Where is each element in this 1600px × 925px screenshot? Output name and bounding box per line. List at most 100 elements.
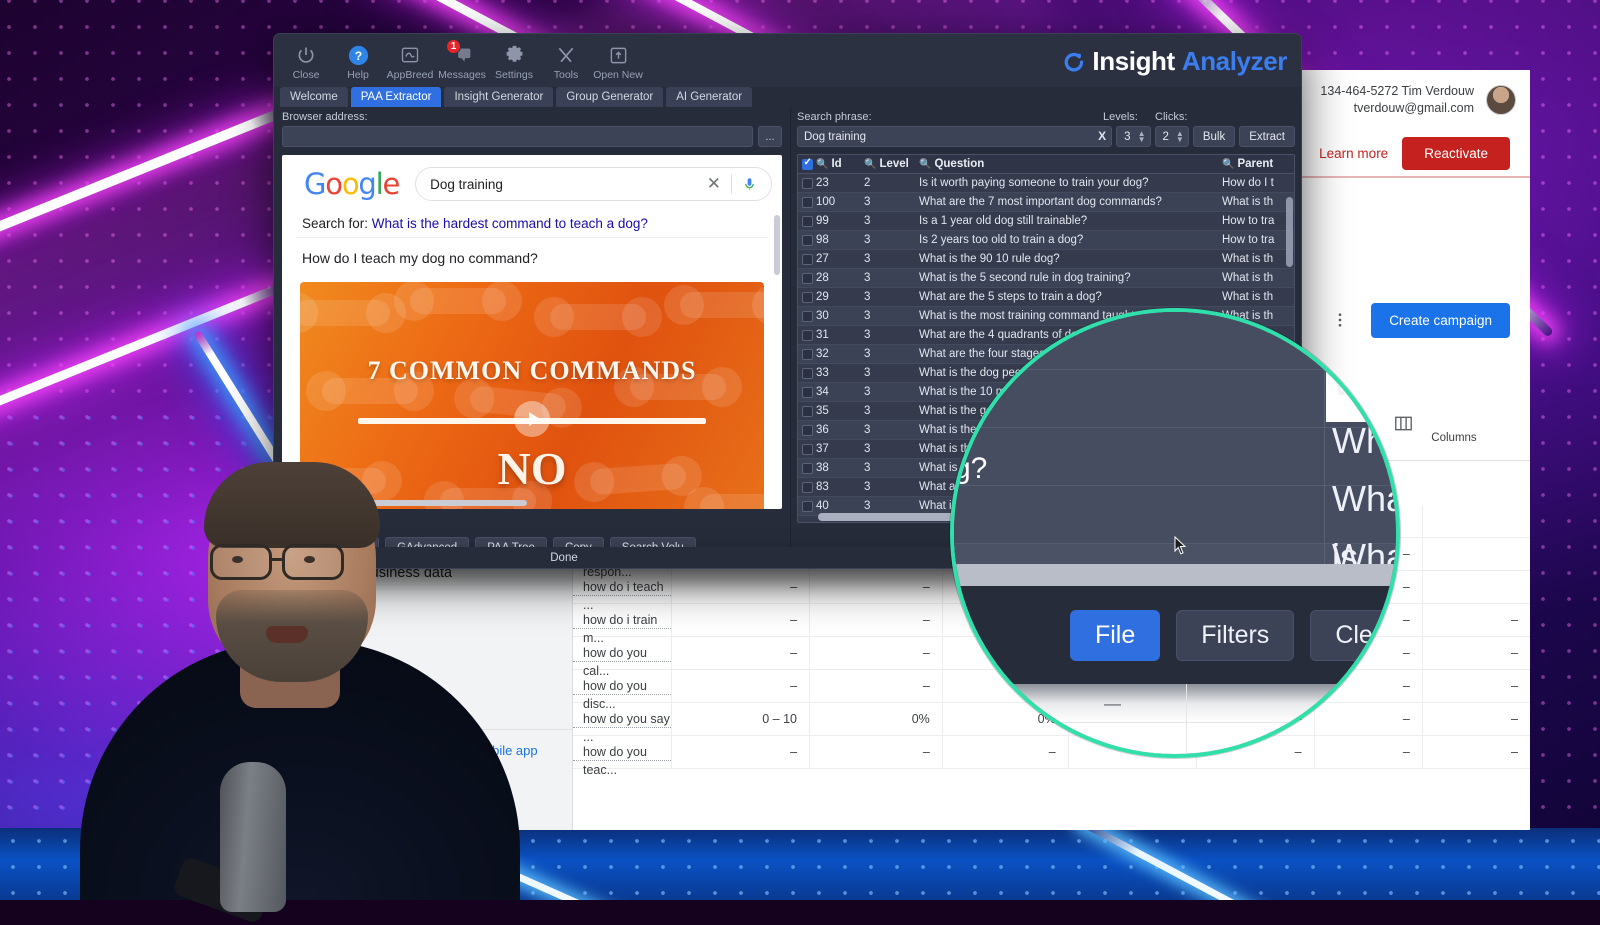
row-checkbox[interactable] — [798, 349, 816, 360]
header-id[interactable]: Id — [831, 158, 841, 170]
clear-search-icon[interactable]: X — [1098, 129, 1106, 143]
row-checkbox[interactable] — [798, 235, 816, 246]
row-checkbox[interactable] — [798, 273, 816, 284]
toolbar-close[interactable]: Close — [280, 38, 332, 81]
app-logo: InsightAnalyzer — [1062, 46, 1287, 77]
table-row[interactable]: 273What is the 90 10 rule dog?What is th — [798, 250, 1294, 269]
avatar[interactable] — [1486, 85, 1516, 115]
cell-id: 98 — [816, 234, 864, 246]
toolbar-messages[interactable]: 1 Messages — [436, 38, 488, 81]
toolbar-tools[interactable]: Tools — [540, 38, 592, 81]
lens-button-file[interactable]: File — [1070, 610, 1160, 661]
cell-metric-1: 0 – 10 — [671, 703, 809, 735]
search-for-link[interactable]: What is the hardest command to teach a d… — [372, 216, 648, 231]
question-circle-icon: ? — [346, 43, 370, 67]
row-checkbox[interactable] — [798, 425, 816, 436]
table-row[interactable]: 983Is 2 years too old to train a dog?How… — [798, 231, 1294, 250]
clicks-stepper[interactable]: 2 ▲▼ — [1155, 126, 1189, 147]
open-new-icon — [606, 43, 630, 67]
preview-vertical-scrollbar[interactable] — [774, 215, 780, 275]
thumbnail-title: 7 COMMON COMMANDS — [300, 356, 764, 386]
row-checkbox[interactable] — [798, 482, 816, 493]
bulk-button[interactable]: Bulk — [1193, 126, 1235, 147]
cell-level: 2 — [864, 177, 919, 189]
browser-address-input[interactable] — [282, 126, 753, 147]
tab-insight-generator[interactable]: Insight Generator — [444, 87, 553, 107]
google-logo: Google — [304, 167, 399, 201]
table-row[interactable]: 993Is a 1 year old dog still trainable?H… — [798, 212, 1294, 231]
row-checkbox[interactable] — [798, 368, 816, 379]
tab-ai-generator[interactable]: AI Generator — [666, 87, 752, 107]
cell-id: 32 — [816, 348, 864, 360]
select-all-checkbox[interactable] — [798, 159, 816, 170]
logo-word-1: Insight — [1092, 46, 1174, 77]
row-checkbox[interactable] — [798, 501, 816, 512]
cell-level: 3 — [864, 215, 919, 227]
close-icon[interactable]: ✕ — [707, 174, 721, 194]
row-checkbox[interactable] — [798, 197, 816, 208]
row-checkbox[interactable] — [798, 254, 816, 265]
cell-keyword: how do you teac... — [573, 743, 671, 761]
cell-id: 99 — [816, 215, 864, 227]
cell-level: 3 — [864, 462, 919, 474]
stepper-arrows-icon[interactable]: ▲▼ — [1138, 131, 1146, 143]
table-row[interactable]: 293What are the 5 steps to train a dog?W… — [798, 288, 1294, 307]
cell-id: 100 — [816, 196, 864, 208]
google-search-query: Dog training — [430, 177, 697, 192]
cell-metric-7 — [1422, 538, 1530, 570]
toolbar-label: Open New — [593, 69, 643, 81]
extract-button[interactable]: Extract — [1239, 126, 1295, 147]
search-phrase-input[interactable] — [797, 126, 1112, 147]
search-icon[interactable]: 🔍 — [864, 159, 876, 170]
table-row[interactable]: 232Is it worth paying someone to train y… — [798, 174, 1294, 193]
cell-id: 38 — [816, 462, 864, 474]
row-checkbox[interactable] — [798, 444, 816, 455]
google-search-box[interactable]: Dog training ✕ — [415, 167, 772, 201]
cell-level: 3 — [864, 348, 919, 360]
tab-welcome[interactable]: Welcome — [280, 87, 348, 107]
cell-metric-7: – — [1422, 637, 1530, 669]
browser-more-button[interactable]: ... — [758, 126, 782, 147]
messages-badge: 1 — [446, 39, 461, 54]
row-checkbox[interactable] — [798, 216, 816, 227]
power-icon — [294, 43, 318, 67]
row-checkbox[interactable] — [798, 463, 816, 474]
toolbar-settings[interactable]: Settings — [488, 38, 540, 81]
row-checkbox[interactable] — [798, 292, 816, 303]
table-vertical-scrollbar[interactable] — [1286, 197, 1293, 267]
toolbar-open-new[interactable]: Open New — [592, 38, 644, 81]
zoom-lens-magnifier: g? W What What is What are FileFiltersCl… — [950, 308, 1400, 758]
row-checkbox[interactable] — [798, 406, 816, 417]
stepper-arrows-icon[interactable]: ▲▼ — [1176, 131, 1184, 143]
search-icon[interactable]: 🔍 — [816, 159, 828, 170]
lens-button-filters[interactable]: Filters — [1176, 610, 1294, 661]
levels-stepper[interactable]: 3 ▲▼ — [1116, 126, 1150, 147]
row-checkbox[interactable] — [798, 387, 816, 398]
learn-more-button[interactable]: Learn more — [1319, 146, 1388, 161]
lens-parent-fragment: What — [1332, 412, 1400, 470]
reactivate-button[interactable]: Reactivate — [1402, 137, 1510, 170]
columns-button[interactable]: Columns — [1394, 415, 1514, 444]
toolbar-help[interactable]: ? Help — [332, 38, 384, 81]
row-checkbox[interactable] — [798, 178, 816, 189]
tab-group-generator[interactable]: Group Generator — [556, 87, 663, 107]
toolbar-label: Close — [293, 69, 320, 81]
microphone-icon[interactable] — [742, 176, 757, 193]
header-question[interactable]: Question — [934, 158, 984, 170]
row-checkbox[interactable] — [798, 330, 816, 341]
search-icon[interactable]: 🔍 — [919, 159, 931, 170]
table-row[interactable]: 1003What are the 7 most important dog co… — [798, 193, 1294, 212]
header-level[interactable]: Level — [879, 158, 908, 170]
table-row[interactable]: 283What is the 5 second rule in dog trai… — [798, 269, 1294, 288]
search-icon[interactable]: 🔍 — [1222, 159, 1234, 170]
cell-parent: What is th — [1222, 253, 1294, 265]
columns-icon — [1394, 415, 1514, 432]
tab-paa-extractor[interactable]: PAA Extractor — [351, 87, 442, 107]
play-icon[interactable] — [514, 401, 550, 437]
cell-metric-1: – — [671, 670, 809, 702]
lens-button-clear[interactable]: Clear — [1310, 610, 1400, 661]
row-checkbox[interactable] — [798, 311, 816, 322]
table-header-row: 🔍Id 🔍Level 🔍Question 🔍Parent — [798, 155, 1294, 174]
header-parent[interactable]: Parent — [1237, 158, 1273, 170]
toolbar-appbreed[interactable]: AppBreed — [384, 38, 436, 81]
